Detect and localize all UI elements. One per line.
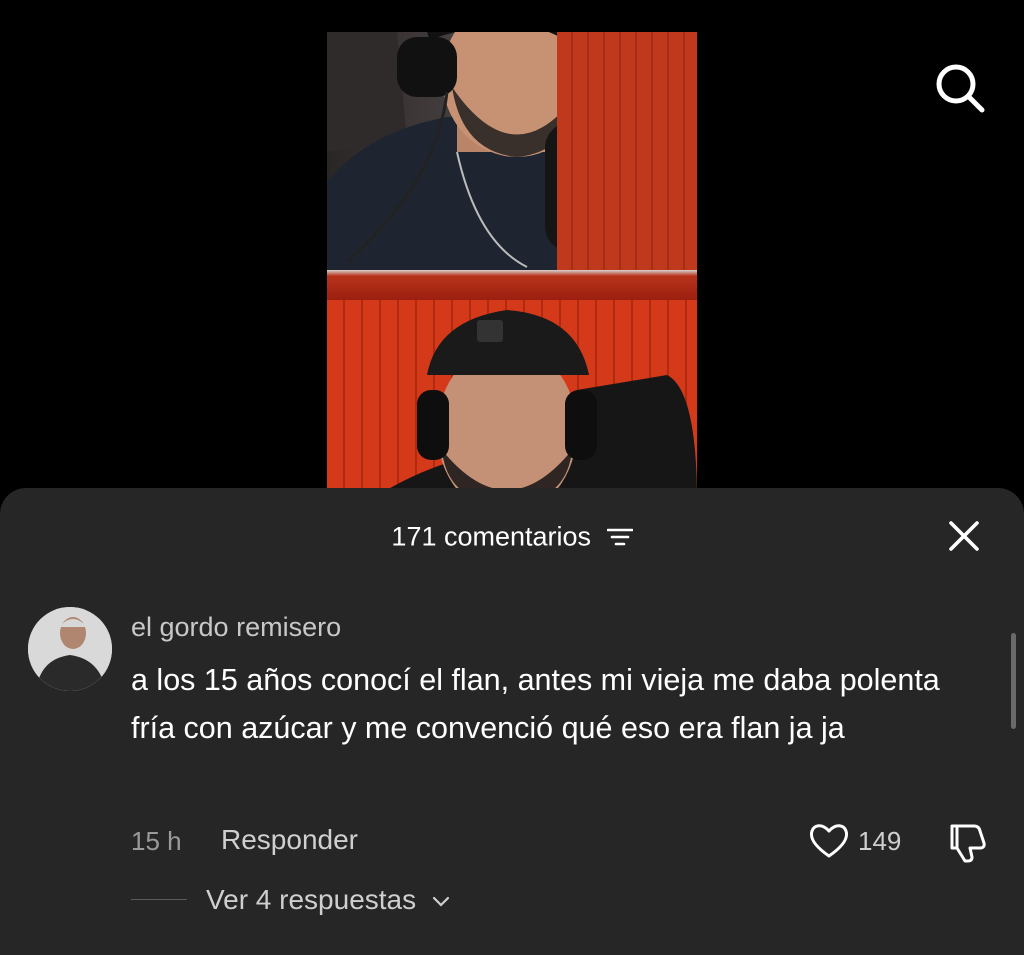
video-split-divider [327, 270, 697, 300]
host-figure-bottom [367, 310, 697, 502]
video-player[interactable]: A1 [327, 32, 697, 502]
view-replies-button[interactable]: Ver 4 respuestas [206, 884, 450, 916]
heart-icon[interactable] [808, 821, 850, 861]
sort-lines-icon[interactable] [606, 526, 633, 548]
view-replies-label: Ver 4 respuestas [206, 884, 417, 915]
search-button[interactable] [932, 60, 988, 116]
chevron-down-icon [432, 896, 450, 907]
comments-header: 171 comentarios [0, 520, 1024, 552]
search-icon [936, 64, 985, 113]
reply-button[interactable]: Responder [221, 824, 358, 856]
wood-wall [557, 32, 697, 270]
video-panel-host-top: A1 [327, 32, 697, 270]
comment-username[interactable]: el gordo remisero [131, 612, 341, 643]
video-panel-host-bottom [327, 300, 697, 502]
comment-timestamp: 15 h [131, 826, 182, 856]
avatar[interactable] [28, 607, 112, 691]
comments-count-title: 171 comentarios [391, 521, 592, 552]
thumbs-down-icon[interactable] [944, 821, 988, 863]
scrollbar[interactable] [1011, 633, 1016, 729]
comment-text: a los 15 años conocí el flan, antes mi v… [131, 663, 940, 745]
comments-sheet: 171 comentarios el gordo remisero a los … [0, 488, 1024, 955]
replies-divider-line [131, 899, 187, 900]
close-icon[interactable] [944, 516, 984, 556]
avatar-photo [28, 607, 112, 691]
like-count: 149 [858, 826, 902, 856]
